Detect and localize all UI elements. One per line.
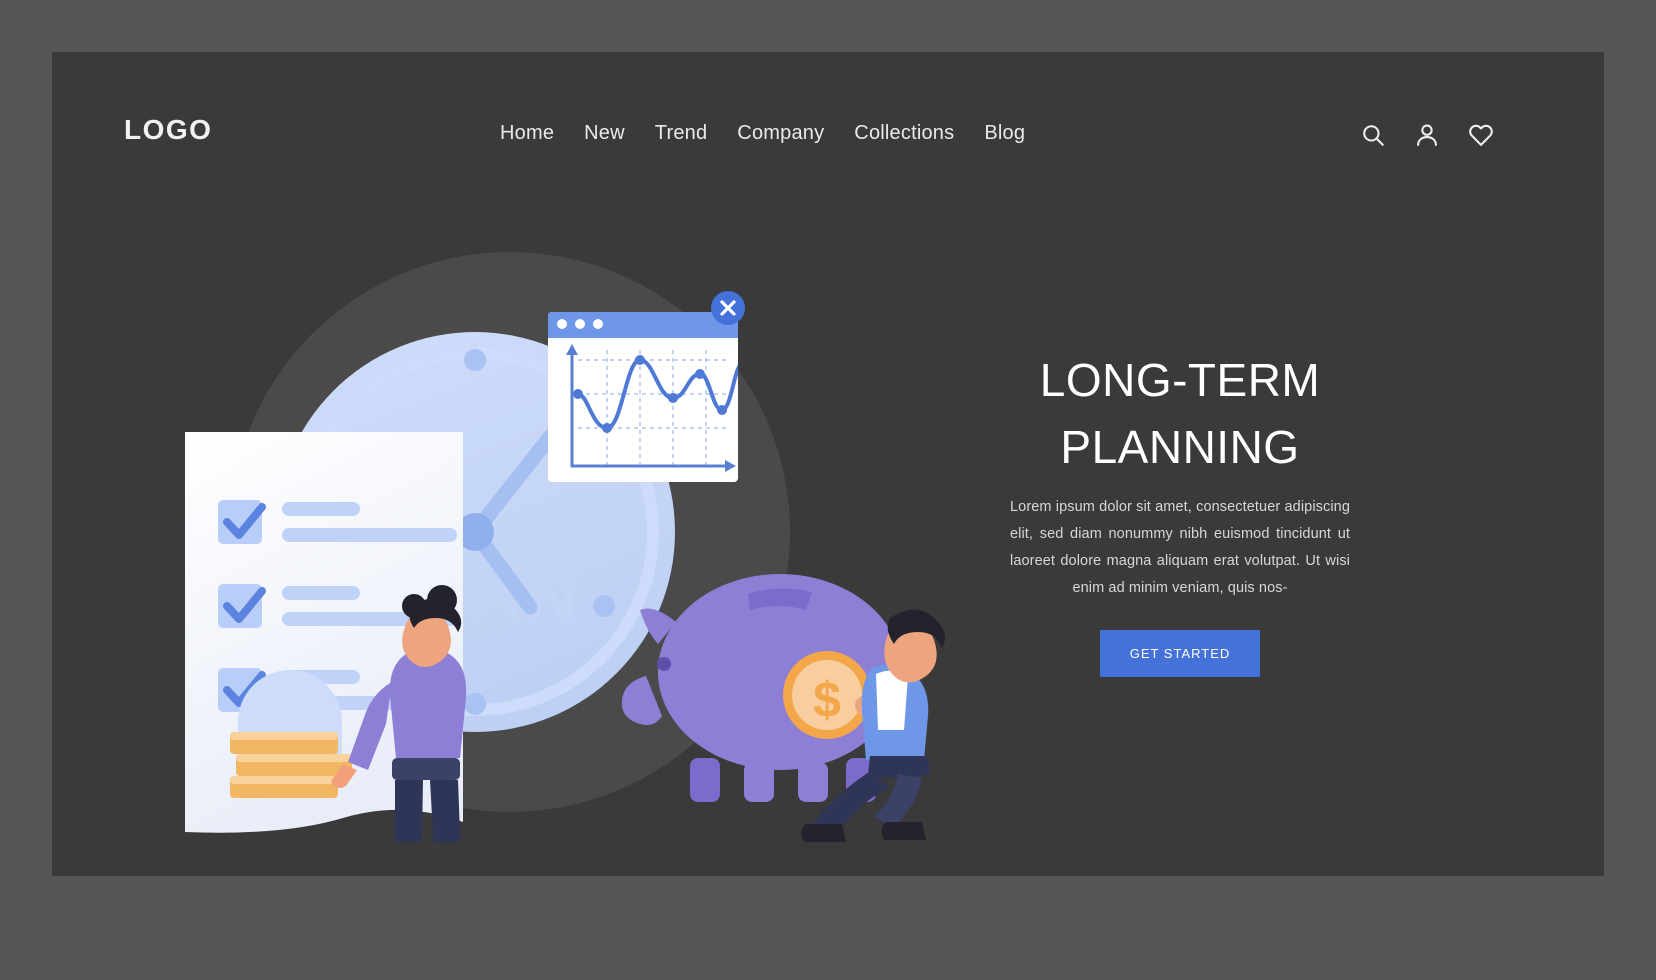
nav-item-home[interactable]: Home <box>500 122 554 145</box>
header-icons <box>1360 122 1494 148</box>
site-header: LOGO Home New Trend Company Collections … <box>52 52 1604 227</box>
heart-icon[interactable] <box>1468 122 1494 148</box>
page-title: LONG-TERM PLANNING <box>1039 354 1321 473</box>
close-button <box>711 291 745 325</box>
nav-item-company[interactable]: Company <box>737 122 824 145</box>
chart-window <box>548 291 745 482</box>
user-icon[interactable] <box>1414 122 1440 148</box>
nav-item-blog[interactable]: Blog <box>984 122 1025 145</box>
hero-card: LOGO Home New Trend Company Collections … <box>52 52 1604 876</box>
logo[interactable]: LOGO <box>124 114 212 146</box>
nav-item-new[interactable]: New <box>584 122 625 145</box>
page-root: LOGO Home New Trend Company Collections … <box>0 0 1656 980</box>
hero-text-block: LONG-TERM PLANNING Lorem ipsum dolor sit… <box>1010 347 1350 677</box>
gold-coin: $ <box>783 651 871 739</box>
get-started-button[interactable]: GET STARTED <box>1099 629 1261 677</box>
main-navigation: Home New Trend Company Collections Blog <box>500 122 1025 145</box>
search-icon[interactable] <box>1360 122 1386 148</box>
nav-item-trend[interactable]: Trend <box>655 122 708 145</box>
coin-dollar-symbol: $ <box>813 672 841 728</box>
nav-item-collections[interactable]: Collections <box>854 122 954 145</box>
hero-illustration: PLAN $ <box>130 202 960 842</box>
hero-paragraph: Lorem ipsum dolor sit amet, consectetuer… <box>1010 499 1350 596</box>
